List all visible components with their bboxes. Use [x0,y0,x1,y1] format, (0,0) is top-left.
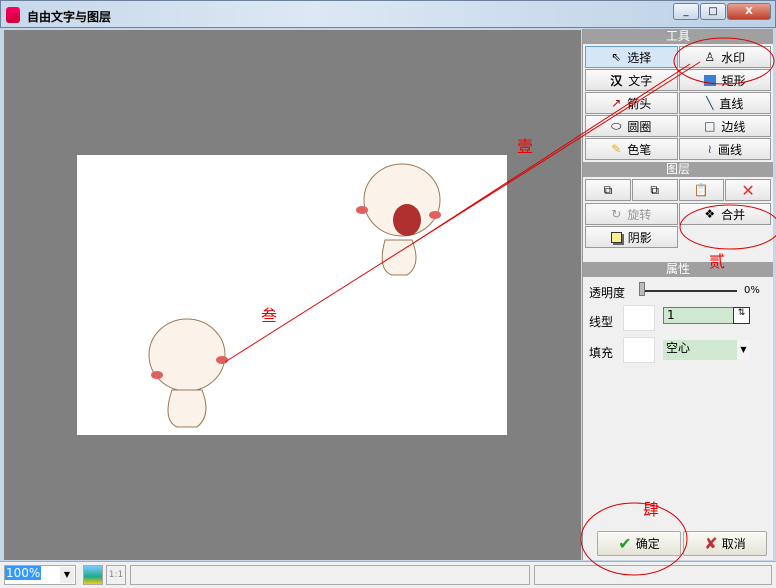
fit-image-button[interactable] [83,565,103,585]
line-color-swatch[interactable] [623,305,655,331]
layer-up-icon: ⧉ [603,182,613,197]
cursor-icon: ⇖ [611,50,622,64]
tool-line[interactable]: ╲ 直线 [678,92,771,114]
window-title: 自由文字与图层 [27,10,112,24]
rotate-button[interactable]: ↻ 旋转 [585,203,678,225]
cancel-button[interactable]: ✘ 取消 [683,531,767,556]
status-bar: 100% ▼ 1:1 [0,561,776,588]
minimize-button[interactable]: _ [673,3,699,20]
opacity-slider[interactable] [641,290,737,292]
copy-button[interactable]: 📋 [678,179,725,201]
actual-size-button[interactable]: 1:1 [106,565,126,585]
image-canvas[interactable] [77,155,507,435]
merge-button[interactable]: ❖ 合并 [678,203,771,225]
chevron-down-icon[interactable]: ▼ [737,340,750,360]
spinner-icon[interactable]: ⇅ [733,307,750,324]
tool-rectangle[interactable]: 矩形 [678,69,771,91]
tool-freehand[interactable]: ≀ 画线 [678,138,771,160]
pencil-icon: ✎ [611,142,622,156]
opacity-slider-thumb[interactable] [639,282,645,296]
merge-icon: ❖ [704,207,716,221]
zoom-select[interactable]: 100% ▼ [4,565,76,585]
send-backward-button[interactable]: ⧉ [631,179,678,201]
shadow-button[interactable]: 阴影 [585,226,678,248]
arrow-icon: ↗ [611,96,622,110]
delete-button[interactable]: ✕ [725,179,771,201]
square-icon: □ [704,119,716,133]
maximize-button[interactable]: □ [700,3,726,20]
figure-top [356,163,441,276]
squiggle-icon: ≀ [707,142,712,156]
chevron-down-icon[interactable]: ▼ [60,567,74,583]
cartoon-figures [148,163,441,428]
rotate-icon: ↻ [611,207,622,221]
status-field-2 [534,565,772,585]
tool-arrow[interactable]: ↗ 箭头 [585,92,678,114]
line-icon: ╲ [706,96,714,110]
right-panel: 工具 ⇖ 选择 ♙ 水印 汉文字 矩形 ↗ 箭头 ╲ 直线 ⬭ 圆圈 □ 边线 ✎ 色笔 ≀ 画… [582,29,773,560]
tools-header: 工具 [583,29,773,44]
stamp-icon: ♙ [704,50,716,64]
ellipse-icon: ⬭ [611,118,622,133]
copy-icon: 📋 [693,183,709,197]
fill-color-swatch[interactable] [623,337,655,363]
x-icon: ✘ [704,534,718,553]
annotation-label-3: 叁 [261,306,278,325]
opacity-value: 0% [744,285,760,296]
ok-button[interactable]: ✔ 确定 [597,531,681,556]
props-header: 属性 [583,262,773,277]
shadow-icon [610,231,622,243]
app-icon [6,7,20,23]
figure-bottom [148,318,228,428]
tool-select[interactable]: ⇖ 选择 [585,46,678,68]
close-button[interactable]: X [727,3,771,20]
delete-icon: ✕ [741,180,755,200]
bring-forward-button[interactable]: ⧉ [585,179,631,201]
status-field [130,565,530,585]
fill-select[interactable]: 空心 ▼ [663,340,750,360]
canvas-area[interactable] [4,30,581,560]
annotation-label-1: 壹 [517,137,534,156]
tool-border[interactable]: □ 边线 [678,115,771,137]
fill-label: 填充 [589,346,614,360]
annotation-label-4: 肆 [643,500,660,519]
text-icon: 汉 [610,73,623,88]
tool-circle[interactable]: ⬭ 圆圈 [585,115,678,137]
layers-header: 图层 [583,162,773,177]
annotation-label-2: 贰 [709,252,726,271]
tool-pen[interactable]: ✎ 色笔 [585,138,678,160]
title-bar: 自由文字与图层 _ □ X [0,0,776,28]
line-label: 线型 [589,315,614,329]
opacity-label: 透明度 [589,286,626,300]
layer-down-icon: ⧉ [650,182,659,197]
check-icon: ✔ [618,534,632,553]
tool-text[interactable]: 汉文字 [585,69,678,91]
rectangle-icon [703,74,716,86]
tool-watermark[interactable]: ♙ 水印 [678,46,771,68]
